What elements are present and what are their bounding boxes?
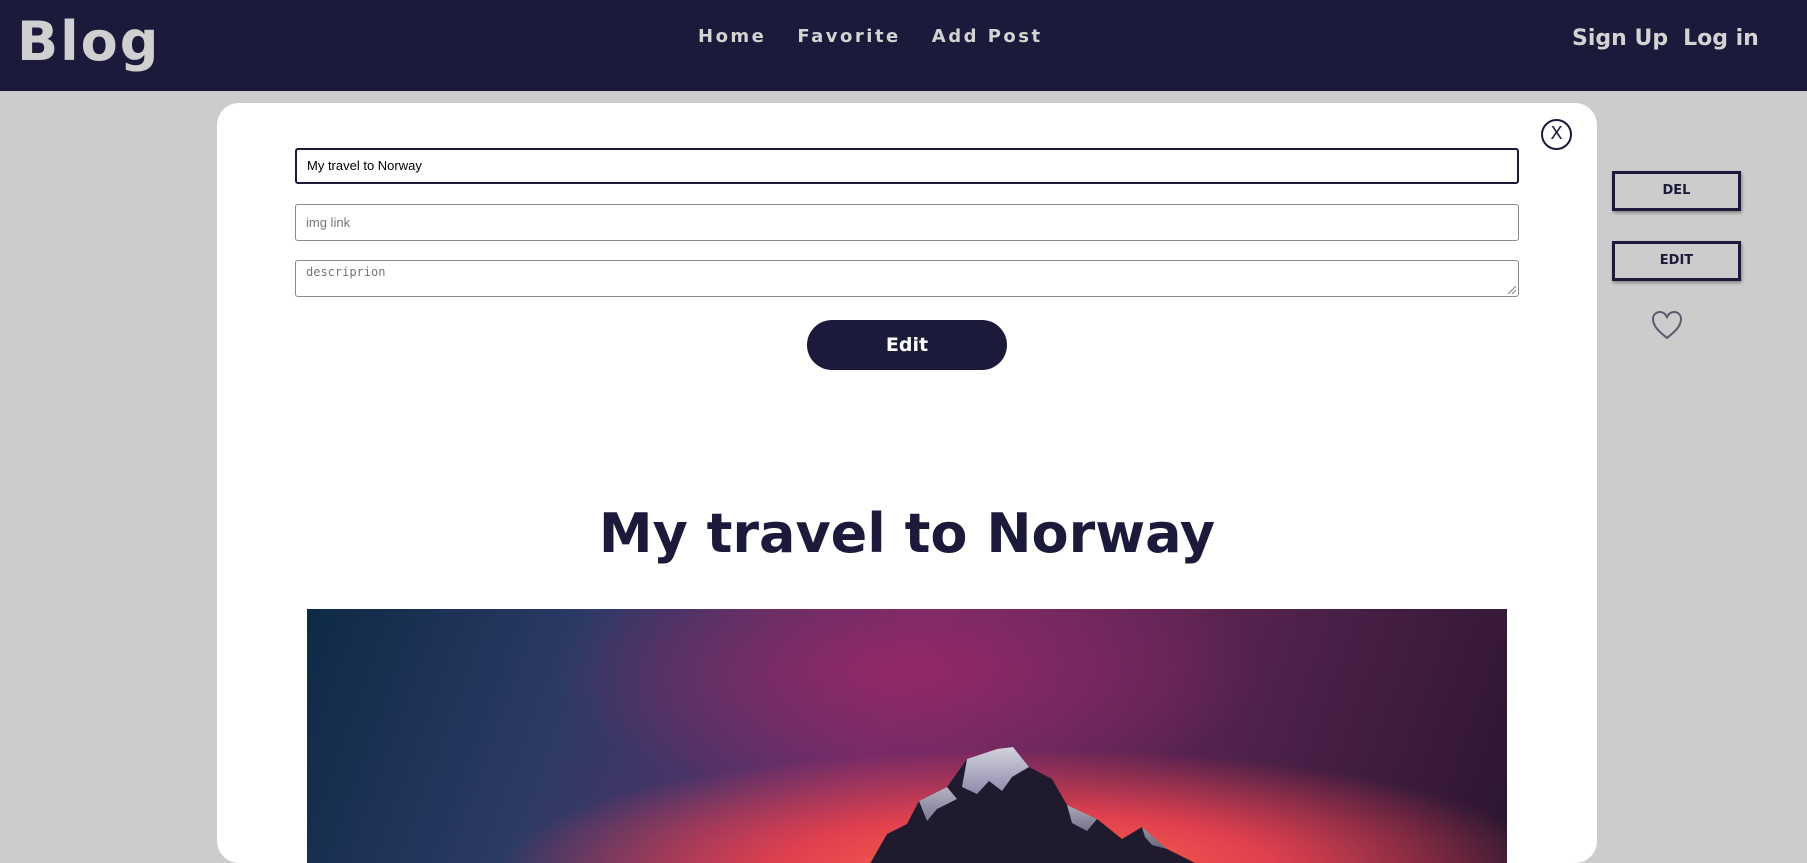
edit-post-modal: X My travel to Norway img link descripri… [217,103,1597,863]
delete-post-button[interactable]: DEL [1612,171,1741,211]
log-in-link[interactable]: Log in [1683,26,1759,51]
edit-post-button[interactable]: EDIT [1612,241,1741,281]
nav-add-post-link[interactable]: Add Post [932,26,1043,47]
top-navbar: Blog Home Favorite Add Post Sign Up Log … [0,0,1807,91]
textarea-resize-grip-icon[interactable] [1508,286,1516,294]
auth-links: Sign Up Log in [1572,26,1759,51]
nav-favorite-link[interactable]: Favorite [797,26,900,47]
post-title-input[interactable]: My travel to Norway [295,148,1519,184]
nav-home-link[interactable]: Home [698,26,766,47]
description-textarea[interactable]: descriprion [295,260,1519,297]
img-link-input[interactable]: img link [295,204,1519,241]
sign-up-link[interactable]: Sign Up [1572,26,1668,51]
site-logo[interactable]: Blog [17,6,160,78]
heart-icon[interactable] [1650,309,1684,341]
mountain-silhouette [870,747,1195,863]
post-image [307,609,1507,863]
edit-submit-button[interactable]: Edit [807,320,1007,370]
main-nav: Home Favorite Add Post [698,26,1043,47]
post-title: My travel to Norway [598,502,1216,565]
description-placeholder: descriprion [306,265,386,279]
close-modal-button[interactable]: X [1541,119,1572,150]
